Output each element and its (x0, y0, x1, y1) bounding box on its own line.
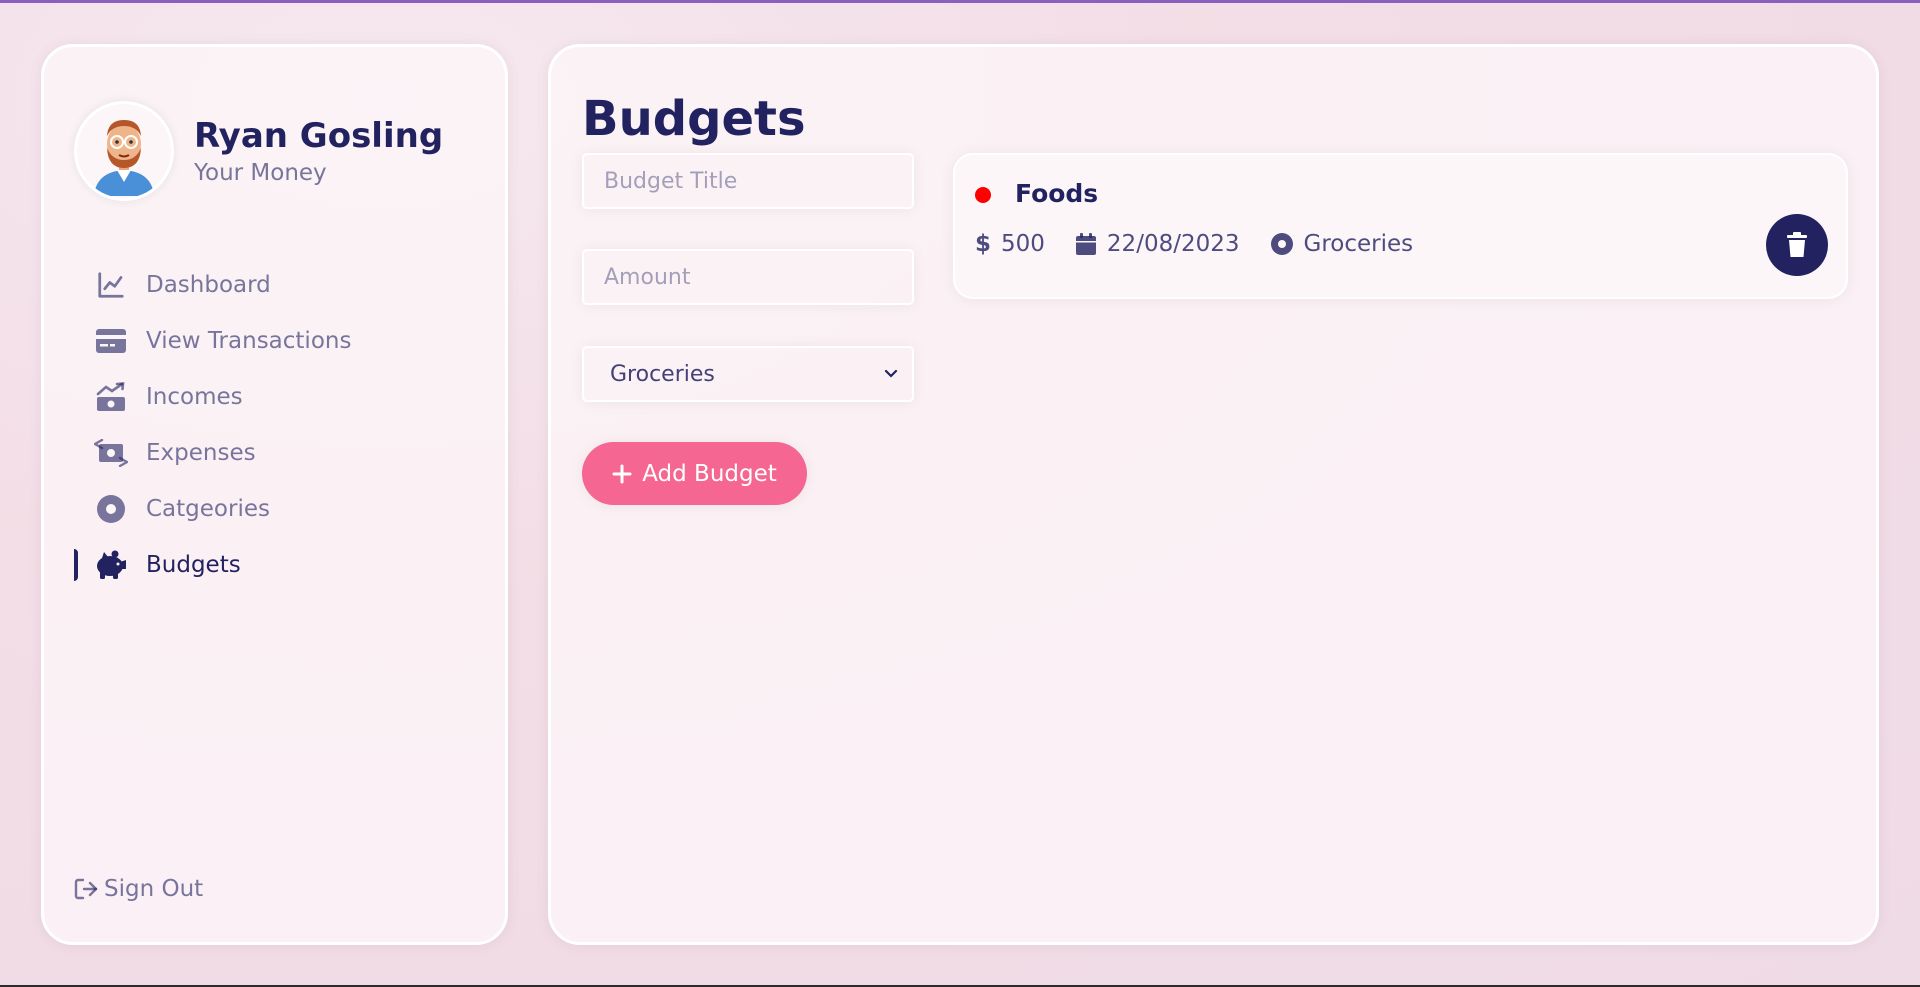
category-select-value: Groceries (610, 361, 715, 387)
top-accent-line (0, 0, 1920, 3)
page-title: Budgets (582, 91, 806, 147)
sidebar-item-label: Incomes (146, 384, 243, 410)
sign-out-label: Sign Out (104, 876, 204, 902)
budget-date: 22/08/2023 (1075, 231, 1240, 257)
budget-date-value: 22/08/2023 (1106, 231, 1240, 257)
amount-input[interactable] (582, 249, 914, 305)
dollar-icon: $ (975, 231, 992, 257)
sidebar-item-categories[interactable]: Catgeories (44, 481, 505, 537)
sidebar: Ryan Gosling Your Money Dashboard View T… (41, 44, 508, 945)
money-bill-transfer-icon (94, 436, 128, 470)
budget-category-value: Groceries (1303, 231, 1414, 257)
user-profile: Ryan Gosling Your Money (74, 101, 443, 201)
piggy-bank-icon (94, 548, 128, 582)
trash-icon (1786, 232, 1808, 258)
sign-out-button[interactable]: Sign Out (74, 876, 203, 902)
circle-dot-icon (94, 492, 128, 526)
sidebar-item-label: Expenses (146, 440, 256, 466)
add-budget-button[interactable]: Add Budget (582, 442, 807, 505)
user-subtitle: Your Money (194, 160, 327, 187)
money-bill-trend-up-icon (94, 380, 128, 414)
sign-out-icon (74, 878, 98, 900)
sidebar-item-expenses[interactable]: Expenses (44, 425, 505, 481)
chevron-down-icon (884, 369, 898, 379)
budget-title-input[interactable] (582, 153, 914, 209)
avatar (74, 101, 174, 201)
budget-amount: $ 500 (975, 231, 1045, 257)
sidebar-item-label: Catgeories (146, 496, 270, 522)
delete-budget-button[interactable] (1766, 214, 1828, 276)
budget-meta: $ 500 22/08/2023 Groceries (975, 231, 1443, 257)
sidebar-item-label: Dashboard (146, 272, 271, 298)
budget-category: Groceries (1270, 231, 1414, 257)
circle-dot-icon (1270, 232, 1294, 256)
budget-item: Foods $ 500 22/08/2023 Groceries (953, 153, 1848, 299)
sidebar-item-budgets[interactable]: Budgets (44, 537, 505, 593)
budget-color-dot (975, 187, 991, 203)
sidebar-item-dashboard[interactable]: Dashboard (44, 257, 505, 313)
main-panel: Budgets Groceries Add Budget Foods $ 500 (548, 44, 1879, 945)
budget-title: Foods (1015, 179, 1099, 208)
calendar-icon (1075, 232, 1097, 256)
plus-icon (612, 464, 632, 484)
budget-amount-value: 500 (1001, 231, 1045, 257)
sidebar-item-label: Budgets (146, 552, 241, 578)
user-name: Ryan Gosling (194, 115, 444, 156)
sidebar-menu: Dashboard View Transactions Incomes Expe… (44, 257, 505, 593)
add-budget-label: Add Budget (642, 460, 777, 487)
sidebar-item-view-transactions[interactable]: View Transactions (44, 313, 505, 369)
category-select[interactable]: Groceries (582, 346, 914, 402)
chart-line-icon (94, 268, 128, 302)
credit-card-icon (94, 324, 128, 358)
sidebar-item-label: View Transactions (146, 328, 352, 354)
sidebar-item-incomes[interactable]: Incomes (44, 369, 505, 425)
